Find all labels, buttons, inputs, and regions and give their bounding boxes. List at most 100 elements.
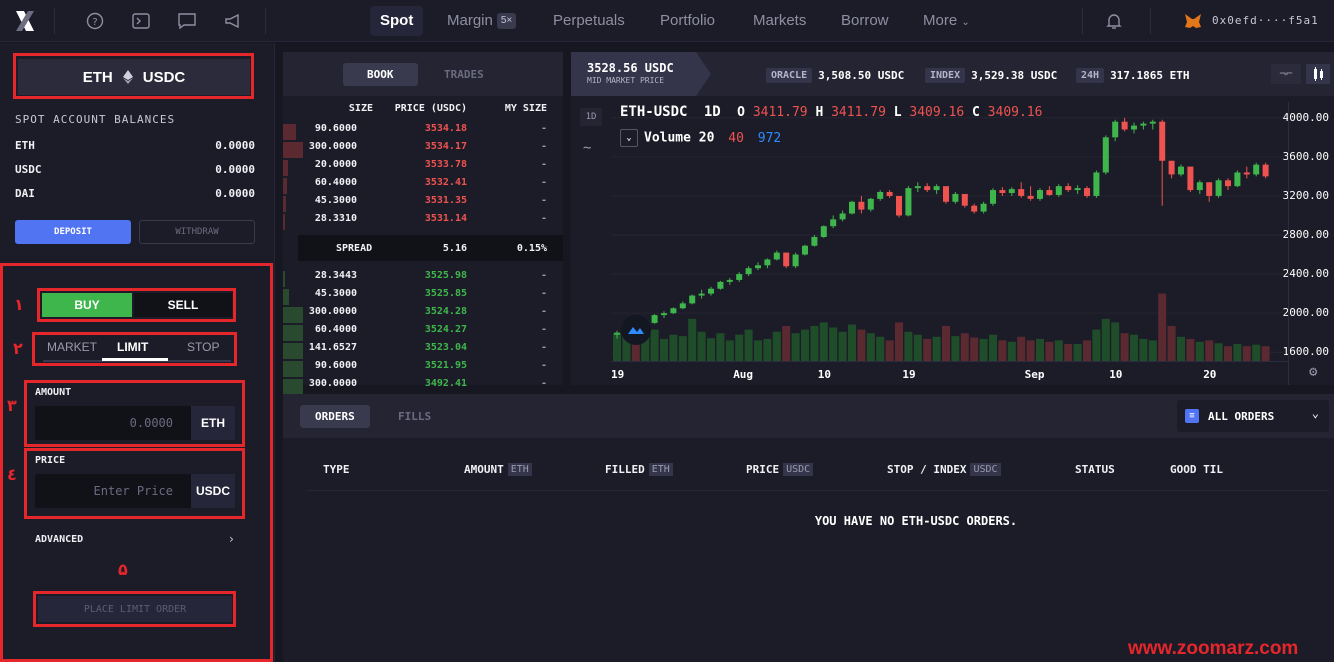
tab-trades[interactable]: TRADES <box>420 63 508 86</box>
tab-borrow[interactable]: Borrow <box>831 6 899 36</box>
orders-filter-dropdown[interactable]: ≡ ALL ORDERS ⌄ <box>1177 400 1329 432</box>
bid-row[interactable]: 45.3000 3525.85 - <box>283 288 563 306</box>
ask-size: 20.0000 <box>314 159 357 170</box>
ask-my-size: - <box>540 123 547 134</box>
terminal-icon[interactable] <box>131 11 151 31</box>
bell-icon[interactable] <box>1104 11 1124 31</box>
column-status[interactable]: STATUS <box>1075 463 1115 476</box>
feedback-icon[interactable] <box>177 11 197 31</box>
ask-row[interactable]: 45.3000 3531.35 - <box>283 195 563 213</box>
candle-body <box>1262 164 1269 177</box>
left-panel: ETH USDC SPOT ACCOUNT BALANCES ETH 0.0000… <box>0 43 275 662</box>
column-filled[interactable]: FILLED ETH <box>605 463 673 476</box>
volume-bar <box>1233 344 1242 362</box>
candle-body <box>1225 180 1231 187</box>
candle-body <box>802 245 808 255</box>
bid-price: 3523.04 <box>424 342 467 353</box>
withdraw-button[interactable]: WITHDRAW <box>139 220 255 244</box>
mid-market-price: 3528.56 USDC MID MARKET PRICE <box>571 52 711 96</box>
tab-portfolio[interactable]: Portfolio <box>650 6 725 36</box>
dydx-logo[interactable] <box>12 8 38 34</box>
tab-margin[interactable]: Margin 5× <box>437 6 526 36</box>
top-navigation: ? Spot Margin 5× Perpetuals Portfolio Mar… <box>0 0 1334 42</box>
volume-bar <box>744 329 753 362</box>
step-number-2: ٢ <box>13 339 23 358</box>
candle-body <box>1121 121 1128 130</box>
volume-bar <box>791 333 800 362</box>
volume-bar <box>678 336 687 362</box>
metamask-fox-icon <box>1183 11 1203 31</box>
column-label: TYPE <box>323 463 350 476</box>
volume-bar <box>857 329 866 362</box>
ask-row[interactable]: 300.0000 3534.17 - <box>283 141 563 159</box>
volume-bar <box>848 324 856 362</box>
tab-spot[interactable]: Spot <box>370 6 424 36</box>
balance-asset: DAI <box>15 187 35 200</box>
volume-bar <box>1158 293 1167 362</box>
candlestick-chart[interactable] <box>611 102 1283 362</box>
tab-book[interactable]: BOOK <box>343 63 418 86</box>
y-axis-divider <box>1288 102 1289 385</box>
candle-body <box>679 303 686 309</box>
column-good-til[interactable]: GOOD TIL <box>1170 463 1223 476</box>
volume-bar <box>754 340 762 362</box>
candle-body <box>1159 121 1166 161</box>
volume-bar <box>876 336 885 362</box>
tab-perpetuals[interactable]: Perpetuals <box>543 6 635 36</box>
spread-label: SPREAD <box>336 243 373 254</box>
column-stop-index[interactable]: STOP / INDEX USDC <box>887 463 1001 476</box>
spread-row: SPREAD 5.16 0.15% <box>298 235 563 261</box>
tab-orders[interactable]: ORDERS <box>300 405 370 428</box>
ask-size: 300.0000 <box>308 141 357 152</box>
wallet-address[interactable]: 0x0efd····f5a1 <box>1212 14 1319 27</box>
column-price[interactable]: PRICE USDC <box>746 463 814 476</box>
help-icon[interactable]: ? <box>85 11 105 31</box>
bid-size: 300.0000 <box>308 306 357 317</box>
tab-markets[interactable]: Markets <box>743 6 816 36</box>
candle-body <box>896 195 902 216</box>
oracle-value: 3,508.50 USDC <box>818 68 905 82</box>
tab-more[interactable]: More ⌄ <box>913 6 980 36</box>
ask-my-size: - <box>540 159 547 170</box>
ask-row[interactable]: 28.3310 3531.14 - <box>283 213 563 231</box>
bid-size: 60.4000 <box>314 324 357 335</box>
ask-price: 3534.18 <box>424 123 467 134</box>
tradingview-logo[interactable] <box>621 315 651 345</box>
balance-amount: 0.0000 <box>215 163 255 176</box>
announcement-icon[interactable] <box>223 11 243 31</box>
ask-depth-bar <box>283 178 287 194</box>
depth-chart-toggle[interactable]: ¬⌐ <box>1271 64 1301 84</box>
volume-bar <box>913 334 922 362</box>
ask-row[interactable]: 60.4000 3532.41 - <box>283 177 563 195</box>
ask-row[interactable]: 90.6000 3534.18 - <box>283 123 563 141</box>
deposit-button[interactable]: DEPOSIT <box>15 220 131 244</box>
column-unit: ETH <box>648 463 673 476</box>
candle-body <box>1046 190 1053 195</box>
ask-row[interactable]: 20.0000 3533.78 - <box>283 159 563 177</box>
indicator-wave-icon[interactable]: ∼ <box>583 140 591 156</box>
tab-fills[interactable]: FILLS <box>398 405 431 428</box>
candle-body <box>961 193 968 206</box>
volume-bar <box>838 331 847 362</box>
bid-row[interactable]: 141.6527 3523.04 - <box>283 342 563 360</box>
volume-bar <box>1083 340 1091 362</box>
chart-settings-icon[interactable]: ⚙ <box>1309 364 1317 380</box>
candle-body <box>1253 164 1260 175</box>
column-unit: USDC <box>783 463 814 476</box>
advanced-toggle[interactable]: ADVANCED › <box>35 532 235 548</box>
column-unit: ETH <box>507 463 532 476</box>
column-type[interactable]: TYPE <box>323 463 350 476</box>
bid-row[interactable]: 60.4000 3524.27 - <box>283 324 563 342</box>
interval-button[interactable]: 1D <box>580 108 602 126</box>
bid-row[interactable]: 90.6000 3521.95 - <box>283 360 563 378</box>
candles-chart-toggle[interactable] <box>1306 64 1330 84</box>
balance-amount: 0.0000 <box>215 139 255 152</box>
y-tick-label: 1600.00 <box>1282 345 1329 359</box>
index-value: 3,529.38 USDC <box>971 68 1058 82</box>
bid-row[interactable]: 28.3443 3525.98 - <box>283 270 563 288</box>
chevron-right-icon: › <box>227 532 235 546</box>
bid-row[interactable]: 300.0000 3524.28 - <box>283 306 563 324</box>
column-amount[interactable]: AMOUNT ETH <box>464 463 532 476</box>
ask-my-size: - <box>540 141 547 152</box>
annotation-box-order-type <box>32 332 237 366</box>
